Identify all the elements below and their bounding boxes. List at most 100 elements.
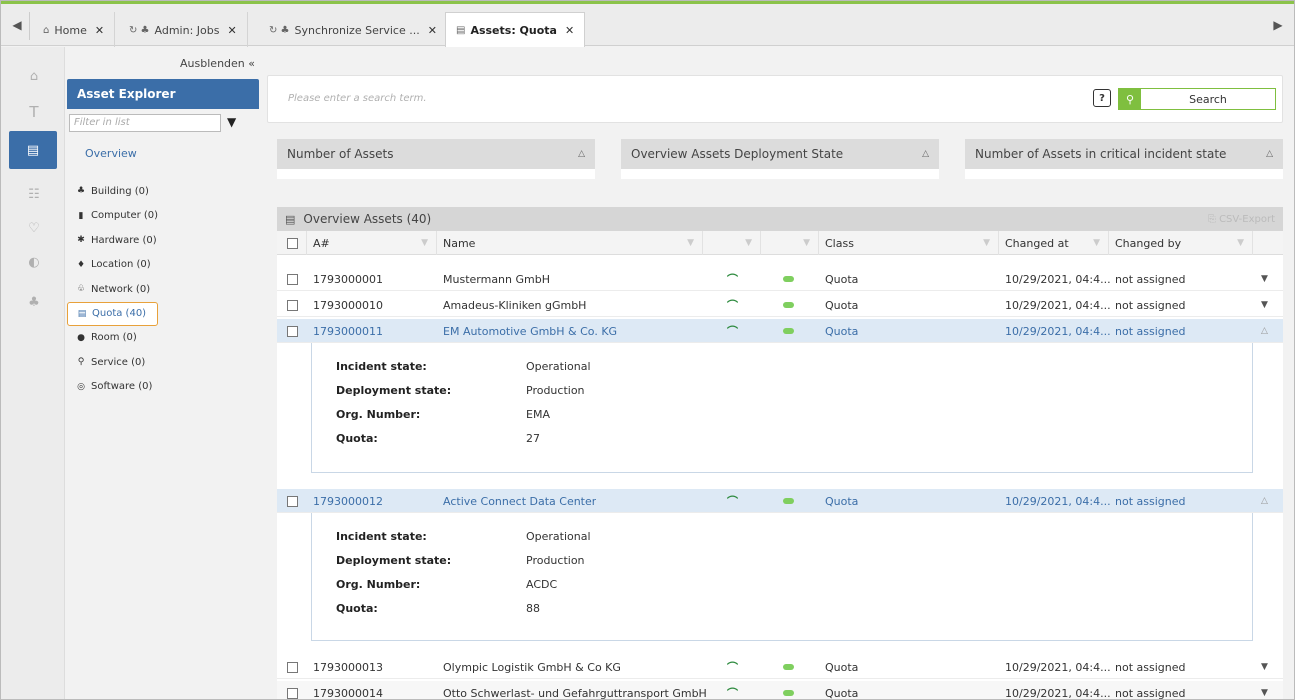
close-icon[interactable]: ✕	[428, 24, 437, 37]
csv-export-label: CSV-Export	[1219, 213, 1275, 225]
row-checkbox[interactable]	[287, 267, 298, 291]
row-checkbox[interactable]	[287, 681, 298, 699]
chevron-down-icon[interactable]: ▼	[1261, 293, 1268, 317]
close-icon[interactable]: ✕	[565, 24, 574, 37]
hide-explorer-button[interactable]: Ausblenden «	[180, 57, 255, 70]
tree-item-label: Software (0)	[91, 381, 153, 393]
tree-item-computer[interactable]: ▮ Computer (0)	[75, 204, 159, 229]
tree-item-label: Network (0)	[91, 283, 151, 295]
chevron-up-icon[interactable]: △	[1266, 149, 1273, 159]
deployment-status-icon	[783, 319, 794, 343]
column-header-id[interactable]: A# ▼	[307, 231, 437, 255]
search-bar: Please enter a search term. ? ⚲ Search	[267, 75, 1283, 123]
tab-synchronize-service[interactable]: ↻ ♣ Synchronize Service ... ✕	[259, 12, 448, 48]
csv-export-button[interactable]: ⎘ CSV-Export	[1208, 214, 1275, 225]
row-checkbox[interactable]	[287, 319, 298, 343]
column-label: A#	[313, 236, 330, 250]
tab-scroll-right-icon[interactable]: ▶	[1270, 16, 1286, 34]
cell-id: 1793000010	[313, 298, 383, 312]
chevron-down-icon[interactable]: ▼	[1261, 267, 1268, 291]
admin-icon[interactable]: ♣	[23, 291, 45, 313]
row-checkbox[interactable]	[287, 489, 298, 513]
filter-icon[interactable]: ▼	[227, 115, 236, 129]
app-window: ◀ ⌂ Home ✕ ↻ ♣ Admin: Jobs ✕ ↻ ♣ Synchro…	[0, 0, 1295, 700]
incident-gauge-icon: ⌒	[727, 495, 738, 508]
tree-item-hardware[interactable]: ✱ Hardware (0)	[75, 228, 158, 253]
tree-item-network[interactable]: ♧ Network (0)	[75, 277, 158, 302]
tree-item-building[interactable]: ♣ Building (0)	[75, 179, 158, 204]
table-row[interactable]: 1793000001 Mustermann GmbH ⌒ Quota 10/29…	[277, 267, 1283, 291]
reports-icon[interactable]: ◐	[23, 251, 45, 273]
table-row[interactable]: 1793000013 Olympic Logistik GmbH & Co KG…	[277, 655, 1283, 679]
chevron-up-icon[interactable]: △	[1261, 319, 1268, 343]
row-checkbox[interactable]	[287, 293, 298, 317]
search-input[interactable]: Please enter a search term.	[288, 90, 1088, 110]
filter-icon[interactable]: ▼	[687, 238, 694, 248]
cell-name: Amadeus-Kliniken gGmbH	[443, 298, 587, 312]
filter-icon[interactable]: ▼	[421, 238, 428, 248]
tab-home[interactable]: ⌂ Home ✕	[33, 12, 116, 48]
computer-icon: ▮	[78, 210, 84, 221]
column-header-class[interactable]: Class ▼	[819, 231, 999, 255]
tab-separator	[29, 12, 30, 40]
tree-item-room[interactable]: ● Room (0)	[75, 326, 158, 351]
tree-item-location[interactable]: ♦ Location (0)	[75, 253, 158, 278]
cell-class: Quota	[825, 324, 859, 338]
filter-icon[interactable]: ▼	[745, 238, 752, 248]
tree-item-quota[interactable]: ▤ Quota (40)	[67, 301, 159, 326]
chevron-up-icon[interactable]: △	[578, 149, 585, 159]
search-button[interactable]: ⚲ Search	[1118, 88, 1276, 110]
assets-table: ▤ Overview Assets (40) ⎘ CSV-Export A# ▼ …	[277, 207, 1283, 699]
close-icon[interactable]: ✕	[95, 24, 104, 37]
column-header-changed-by[interactable]: Changed by ▼	[1109, 231, 1253, 255]
filter-icon[interactable]: ▼	[1093, 238, 1100, 248]
tab-scroll-left-icon[interactable]: ◀	[9, 16, 25, 34]
table-title: Overview Assets (40)	[303, 212, 432, 226]
select-all-checkbox[interactable]	[277, 231, 307, 255]
column-header-deployment[interactable]: ▼	[761, 231, 819, 255]
table-row[interactable]: 1793000010 Amadeus-Kliniken gGmbH ⌒ Quot…	[277, 293, 1283, 317]
row-checkbox[interactable]	[287, 655, 298, 679]
table-row[interactable]: 1793000014 Otto Schwerlast- und Gefahrgu…	[277, 681, 1283, 699]
widget-header[interactable]: Number of Assets in critical incident st…	[965, 139, 1283, 169]
asset-class-tree: ♣ Building (0) ▮ Computer (0) ✱ Hardware (0…	[67, 179, 159, 400]
widget-header[interactable]: Overview Assets Deployment State △	[621, 139, 939, 169]
column-label: Changed at	[1005, 236, 1069, 250]
database-icon: ▤	[77, 308, 87, 319]
tree-item-software[interactable]: ◎ Software (0)	[75, 375, 158, 400]
chevron-up-icon[interactable]: △	[922, 149, 929, 159]
chevron-down-icon[interactable]: ▼	[1261, 655, 1268, 679]
widget-title: Number of Assets in critical incident st…	[975, 147, 1227, 161]
table-row[interactable]: 1793000011 EM Automotive GmbH & Co. KG ⌒…	[277, 319, 1283, 343]
tree-item-service[interactable]: ⚲ Service (0)	[75, 350, 158, 375]
home-icon[interactable]: ⌂	[23, 65, 45, 87]
tree-item-label: Building (0)	[91, 185, 149, 197]
ticket-icon[interactable]: T	[23, 101, 45, 123]
chevron-down-icon[interactable]: ▼	[1261, 681, 1268, 699]
column-header-changed-at[interactable]: Changed at ▼	[999, 231, 1109, 255]
help-icon[interactable]: ?	[1093, 89, 1111, 107]
detail-value: 27	[526, 431, 540, 445]
database-icon[interactable]: ▤	[9, 131, 57, 169]
database-icon: ▤	[285, 212, 296, 226]
filter-icon[interactable]: ▼	[803, 238, 810, 248]
close-icon[interactable]: ✕	[227, 24, 236, 37]
incident-gauge-icon: ⌒	[727, 661, 738, 674]
column-header-name[interactable]: Name ▼	[437, 231, 703, 255]
tab-label: Synchronize Service ...	[294, 23, 420, 37]
tree-item-label: Room (0)	[91, 332, 137, 344]
cell-name: EM Automotive GmbH & Co. KG	[443, 324, 618, 338]
overview-link[interactable]: Overview	[85, 147, 137, 160]
sync-icon: ↻ ♣	[129, 24, 150, 36]
faq-icon[interactable]: ♡	[23, 217, 45, 239]
tab-assets-quota[interactable]: ▤ Assets: Quota ✕	[445, 12, 586, 48]
table-row[interactable]: 1793000012 Active Connect Data Center ⌒ …	[277, 489, 1283, 513]
tab-admin-jobs[interactable]: ↻ ♣ Admin: Jobs ✕	[119, 12, 248, 48]
filter-icon[interactable]: ▼	[1237, 238, 1244, 248]
contacts-icon[interactable]: ☷	[23, 183, 45, 205]
column-header-incident[interactable]: ▼	[703, 231, 761, 255]
chevron-up-icon[interactable]: △	[1261, 489, 1268, 513]
widget-header[interactable]: Number of Assets △	[277, 139, 595, 169]
filter-icon[interactable]: ▼	[983, 238, 990, 248]
filter-input[interactable]: Filter in list	[69, 114, 221, 132]
